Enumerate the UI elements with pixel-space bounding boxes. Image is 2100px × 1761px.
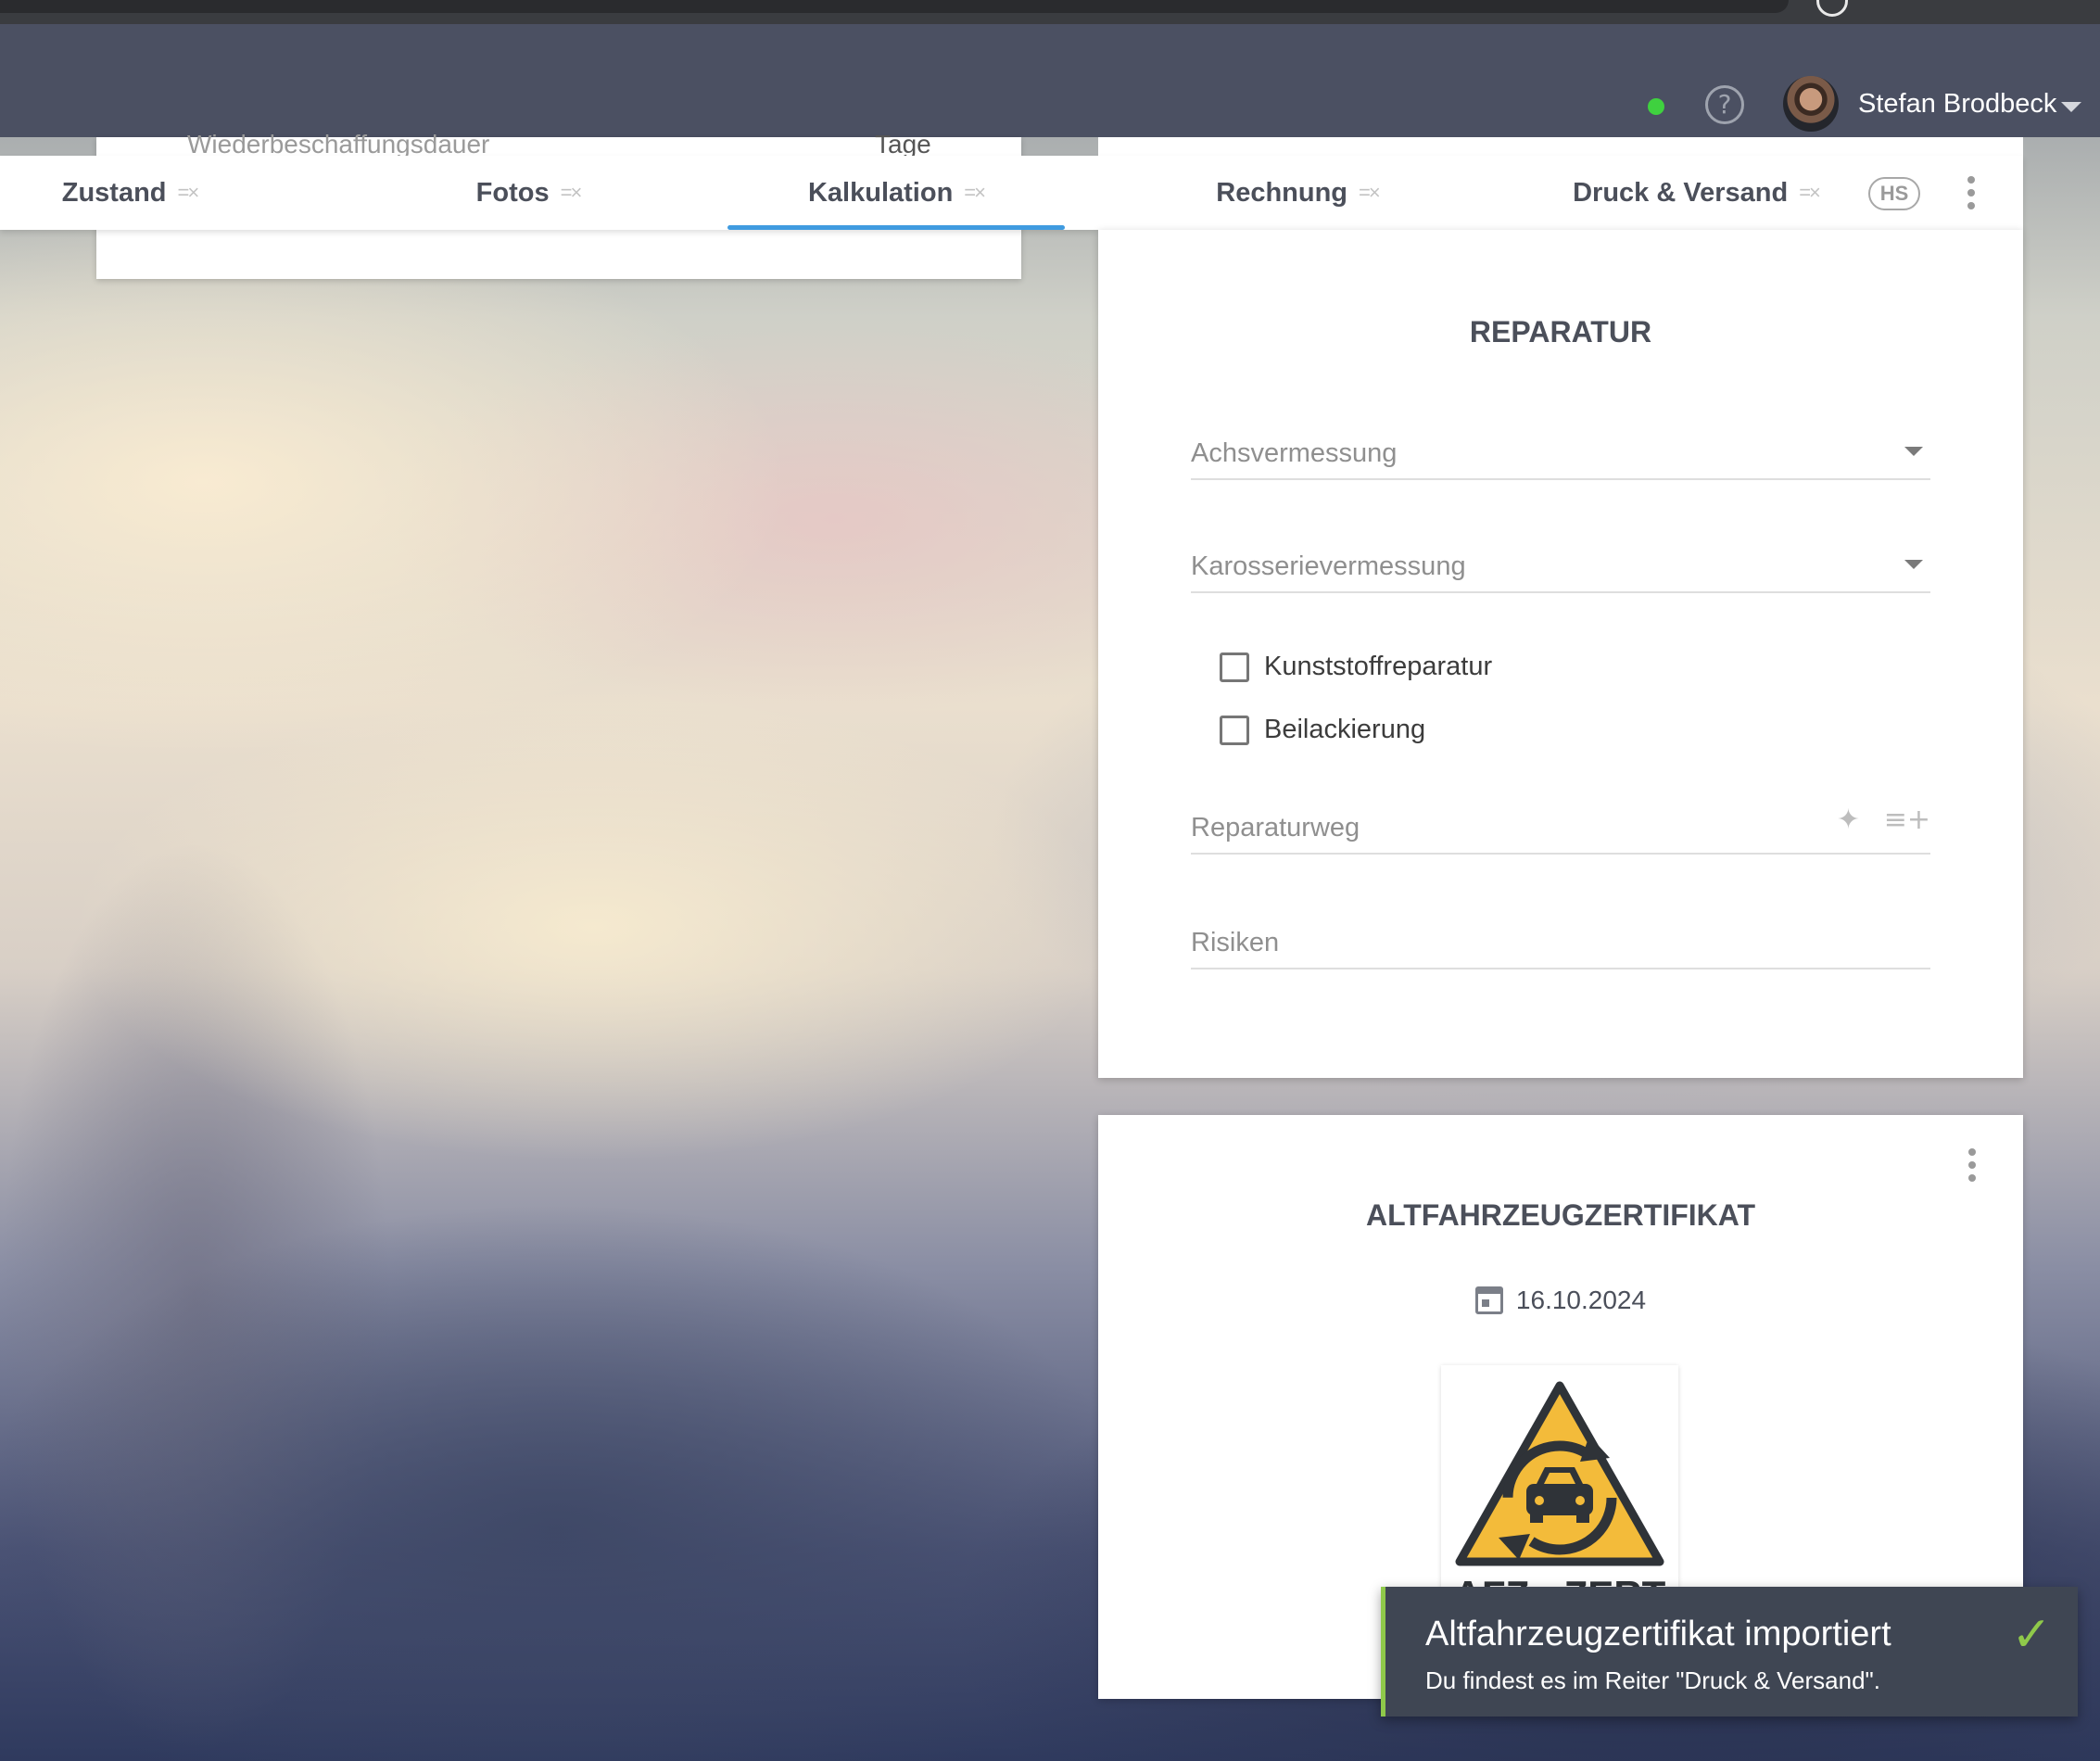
kunststoffreparatur-checkbox[interactable]: Kunststoffreparatur	[1220, 652, 1492, 682]
online-status-icon	[1648, 98, 1664, 115]
checklist-icon: =×	[964, 181, 986, 204]
upper-card-fragment	[1098, 137, 2023, 156]
magic-wand-icon[interactable]: ✦	[1837, 804, 1860, 836]
checklist-icon: =×	[1799, 181, 1821, 204]
tab-druck-versand[interactable]: Druck & Versand =×	[1557, 156, 1835, 230]
user-avatar[interactable]	[1783, 76, 1839, 132]
checkbox-icon[interactable]	[1220, 715, 1249, 745]
altfahrzeug-title: ALTFAHRZEUGZERTIFIKAT	[1365, 1198, 1756, 1232]
checkmark-icon: ✓	[2011, 1607, 2052, 1663]
help-icon[interactable]: ?	[1705, 85, 1744, 124]
checkbox-label: Kunststoffreparatur	[1264, 652, 1493, 681]
user-name[interactable]: Stefan Brodbeck	[1858, 89, 2056, 120]
checkbox-label: Beilackierung	[1264, 715, 1426, 744]
tab-label: Kalkulation	[807, 177, 954, 208]
toast-message: Du findest es im Reiter "Druck & Versand…	[1425, 1666, 1880, 1694]
achsvermessung-select[interactable]: Achsvermessung	[1191, 415, 1930, 480]
tab-kalkulation[interactable]: Kalkulation =×	[727, 156, 1065, 230]
certificate-date: 16.10.2024	[1098, 1286, 2023, 1315]
beilackierung-checkbox[interactable]: Beilackierung	[1220, 715, 1425, 745]
tab-zustand[interactable]: Zustand =×	[37, 156, 222, 230]
tab-fotos[interactable]: Fotos =×	[436, 156, 621, 230]
playlist-add-icon[interactable]: ≡+	[1884, 804, 1930, 836]
success-toast[interactable]: Altfahrzeugzertifikat importiert Du find…	[1381, 1587, 2078, 1717]
more-options-icon[interactable]	[1967, 1148, 1977, 1182]
tab-label: Rechnung	[1216, 177, 1348, 208]
toast-title: Altfahrzeugzertifikat importiert	[1425, 1615, 1891, 1653]
browser-profile-icon[interactable]	[1816, 0, 1848, 17]
field-label: Achsvermessung	[1191, 438, 1398, 468]
reparatur-card: REPARATUR Achsvermessung Karosserieverme…	[1098, 230, 2023, 1078]
calendar-icon	[1474, 1286, 1503, 1314]
reparatur-title: REPARATUR	[1469, 315, 1652, 348]
certificate-date-value: 16.10.2024	[1515, 1286, 1647, 1314]
more-options-icon[interactable]	[1967, 176, 1976, 209]
dropdown-arrow-icon	[1904, 560, 1923, 569]
karosserievermessung-select[interactable]: Karosserievermessung	[1191, 528, 1930, 593]
app-header: ? Stefan Brodbeck	[0, 24, 2100, 137]
tab-rechnung[interactable]: Rechnung =×	[1195, 156, 1399, 230]
checklist-icon: =×	[1359, 181, 1381, 204]
field-label: Risiken	[1191, 928, 1280, 957]
reparaturweg-input[interactable]: Reparaturweg ✦ ≡+	[1191, 790, 1930, 855]
dropdown-arrow-icon	[1904, 447, 1923, 456]
tab-bar: Zustand =× Fotos =× Kalkulation =× Rechn…	[0, 156, 2023, 230]
field-label: Karosserievermessung	[1191, 551, 1466, 581]
chevron-down-icon[interactable]	[2061, 102, 2081, 112]
browser-chrome-strip	[0, 0, 2100, 24]
checkbox-icon[interactable]	[1220, 652, 1249, 682]
field-label: Reparaturweg	[1191, 813, 1360, 842]
checklist-icon: =×	[177, 181, 200, 204]
tab-label: Zustand	[61, 177, 167, 208]
risiken-input[interactable]: Risiken	[1191, 905, 1930, 969]
checklist-icon: =×	[560, 181, 583, 204]
tab-label: Fotos	[475, 177, 550, 208]
tab-label: Druck & Versand	[1573, 177, 1789, 208]
hs-badge[interactable]: HS	[1868, 177, 1920, 210]
browser-address-area	[0, 0, 1789, 13]
